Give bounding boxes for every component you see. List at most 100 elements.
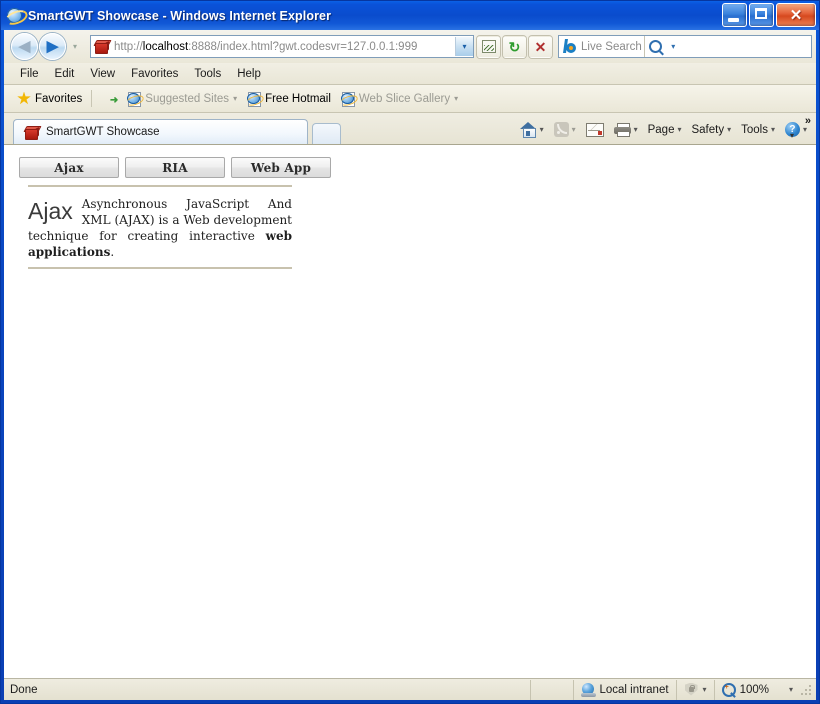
favorites-item-suggested-sites[interactable]: Suggested Sites ▾ (122, 91, 242, 107)
article-text-after-bold: . (110, 245, 114, 259)
chevron-down-icon[interactable]: ▾ (454, 94, 458, 103)
chevron-down-icon[interactable]: ▾ (233, 94, 237, 103)
search-box[interactable]: Live Search ▾ (558, 35, 812, 58)
refresh-button[interactable]: ↻ (503, 36, 526, 58)
print-button[interactable]: ▾ (609, 123, 643, 137)
search-input[interactable]: Live Search (581, 41, 642, 53)
back-button[interactable]: ◀ (11, 33, 38, 60)
live-search-icon (562, 39, 577, 54)
printer-icon (614, 123, 631, 137)
chevron-down-icon[interactable]: ▾ (540, 125, 544, 134)
close-button[interactable]: ✕ (776, 3, 816, 27)
menu-edit[interactable]: Edit (47, 67, 83, 81)
command-bar: ▾ ▾ ▾ Page ▾ (515, 115, 816, 144)
browser-client-area: ◀ ▶ ▾ http://localhost:8888/index.html?g… (4, 30, 816, 700)
zoom-control[interactable]: + 100% ▾ (715, 680, 800, 700)
command-bar-overflow-button[interactable]: » (805, 115, 811, 127)
address-input[interactable]: http://localhost:8888/index.html?gwt.cod… (114, 41, 455, 53)
chevron-down-icon[interactable]: ▾ (771, 125, 775, 134)
favorites-center-button[interactable]: Favorites (12, 91, 87, 107)
chevron-down-icon[interactable]: ▾ (677, 125, 681, 134)
article-body: AjaxAsynchronous JavaScript And XML (AJA… (28, 187, 292, 267)
safety-menu-label: Safety (691, 124, 724, 136)
article-headword: Ajax (28, 198, 73, 224)
favorites-item-free-hotmail[interactable]: Free Hotmail (242, 91, 336, 107)
tab-favicon-icon (24, 125, 40, 140)
favorites-item-web-slice-gallery[interactable]: Web Slice Gallery ▾ (336, 91, 463, 107)
search-icon (649, 40, 662, 53)
url-rest: :8888/index.html?gwt.codesvr=127.0.0.1:9… (188, 41, 417, 53)
favorites-label: Favorites (35, 93, 82, 105)
minimize-button[interactable] (722, 3, 747, 27)
forward-button[interactable]: ▶ (39, 33, 66, 60)
add-to-favorites-bar-button[interactable]: ➜ (96, 91, 122, 107)
security-zone-indicator[interactable]: Local intranet (574, 680, 676, 700)
suggested-sites-icon (127, 92, 141, 106)
chevron-down-icon[interactable]: ▾ (703, 685, 707, 694)
search-submit-button[interactable] (644, 36, 667, 57)
favorites-item-label: Suggested Sites (145, 93, 229, 105)
refresh-icon: ↻ (509, 40, 521, 54)
menu-file[interactable]: File (12, 67, 47, 81)
chevron-down-icon[interactable]: ▾ (727, 125, 731, 134)
tab-label: SmartGWT Showcase (46, 126, 160, 138)
url-host: localhost (143, 41, 188, 53)
chevron-down-icon[interactable]: ▾ (789, 685, 793, 694)
menu-help[interactable]: Help (229, 67, 269, 81)
command-bar-overflow-caret[interactable]: ▾ (790, 131, 794, 140)
zoom-level-label: 100% (740, 684, 769, 696)
web-slice-gallery-icon (341, 92, 355, 106)
add-favorite-icon: ➜ (101, 92, 117, 106)
read-mail-button[interactable] (581, 123, 609, 137)
favorites-item-label: Free Hotmail (265, 93, 331, 105)
browser-window: SmartGWT Showcase - Windows Internet Exp… (0, 0, 820, 704)
search-provider-dropdown[interactable]: ▾ (667, 42, 680, 51)
web-app-button[interactable]: Web App (231, 157, 331, 178)
stop-icon: ✕ (535, 40, 547, 54)
tab-smartgwt-showcase[interactable]: SmartGWT Showcase (13, 119, 308, 144)
ria-button[interactable]: RIA (125, 157, 225, 178)
status-bar: Done Local intranet ▾ + (4, 678, 816, 700)
rss-feed-icon (554, 122, 569, 137)
back-arrow-icon: ◀ (19, 39, 31, 54)
article-rule-bottom (28, 267, 292, 269)
favorites-divider (91, 90, 92, 107)
feeds-button[interactable]: ▾ (549, 122, 581, 137)
new-tab-button[interactable] (312, 123, 341, 144)
compatibility-view-icon (482, 40, 496, 53)
page-content: Ajax RIA Web App AjaxAsynchronous JavaSc… (4, 145, 816, 678)
stop-button[interactable]: ✕ (529, 36, 552, 58)
tools-menu-button[interactable]: Tools ▾ (736, 124, 780, 136)
window-title: SmartGWT Showcase - Windows Internet Exp… (28, 9, 331, 23)
internet-explorer-icon (6, 7, 23, 24)
ajax-button[interactable]: Ajax (19, 157, 119, 178)
safety-menu-button[interactable]: Safety ▾ (686, 124, 736, 136)
recent-pages-dropdown[interactable]: ▾ (68, 42, 82, 51)
address-dropdown-icon[interactable]: ▾ (455, 37, 473, 56)
menu-view[interactable]: View (82, 67, 123, 81)
page-menu-button[interactable]: Page ▾ (643, 124, 687, 136)
favorites-bar: Favorites ➜ Suggested Sites ▾ Free Hot (4, 85, 816, 113)
compatibility-view-button[interactable] (477, 36, 500, 58)
maximize-button[interactable] (749, 3, 774, 27)
menu-bar: File Edit View Favorites Tools Help (4, 63, 816, 85)
showcase-button-row: Ajax RIA Web App (19, 157, 331, 178)
protected-mode-indicator[interactable]: ▾ (677, 680, 714, 700)
resize-grip[interactable] (800, 683, 814, 697)
home-icon (520, 122, 537, 137)
navigation-toolbar: ◀ ▶ ▾ http://localhost:8888/index.html?g… (4, 30, 816, 63)
window-controls: ✕ (722, 3, 816, 27)
menu-tools[interactable]: Tools (186, 67, 229, 81)
tab-bar: SmartGWT Showcase ▾ ▾ (4, 113, 816, 145)
home-button[interactable]: ▾ (515, 122, 549, 137)
chevron-down-icon[interactable]: ▾ (634, 125, 638, 134)
star-icon (17, 92, 31, 106)
menu-favorites[interactable]: Favorites (123, 67, 186, 81)
status-message: Done (4, 684, 38, 696)
chevron-down-icon[interactable]: ▾ (572, 125, 576, 134)
close-icon: ✕ (777, 4, 815, 26)
address-bar[interactable]: http://localhost:8888/index.html?gwt.cod… (90, 35, 474, 58)
mail-icon (586, 123, 604, 137)
tools-menu-label: Tools (741, 124, 768, 136)
article-panel: AjaxAsynchronous JavaScript And XML (AJA… (28, 185, 292, 269)
